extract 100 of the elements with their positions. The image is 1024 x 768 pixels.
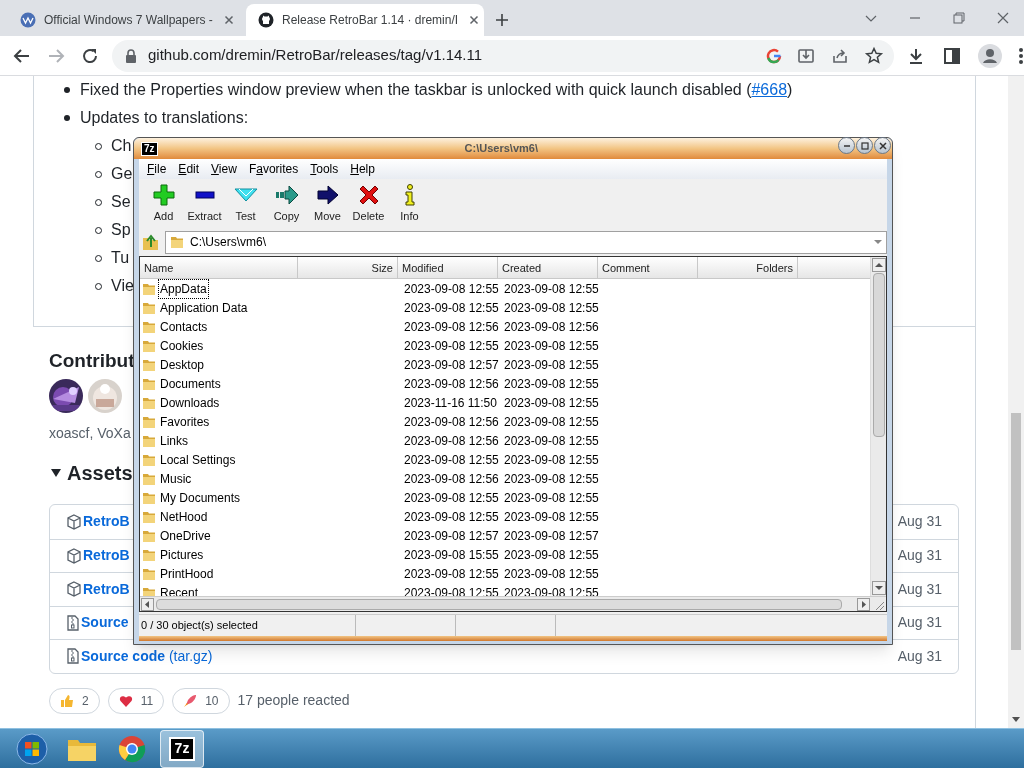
table-cell: 2023-09-08 12:55 xyxy=(504,395,599,410)
path-field[interactable]: C:\Users\vm6\ xyxy=(165,230,887,254)
asset-link[interactable]: Source xyxy=(81,612,129,634)
folder-icon xyxy=(142,452,156,467)
scrollbar-thumb[interactable] xyxy=(1011,413,1021,650)
scroll-down-icon[interactable] xyxy=(872,581,886,595)
triangle-down-icon[interactable] xyxy=(51,469,61,477)
section-heading: Contribut xyxy=(49,350,135,371)
menu-item[interactable]: Edit xyxy=(174,160,204,178)
folder-icon xyxy=(142,376,156,391)
scroll-right-icon[interactable] xyxy=(857,597,870,611)
column-header[interactable]: Size xyxy=(298,257,398,279)
section-heading[interactable]: Assets xyxy=(67,458,133,488)
menu-item[interactable]: File xyxy=(143,160,171,178)
browser-tab[interactable]: Official Windows 7 Wallpapers - xyxy=(8,4,246,36)
file-name[interactable]: Downloads xyxy=(159,393,221,412)
toolbar-button[interactable]: Test xyxy=(225,181,266,227)
file-name[interactable]: Favorites xyxy=(159,412,211,431)
scroll-up-icon[interactable] xyxy=(872,258,886,272)
table-cell: 2023-09-08 12:56 xyxy=(404,471,499,486)
table-cell: 2023-09-08 12:55 xyxy=(504,566,599,581)
folder-icon xyxy=(142,528,156,543)
toolbar-button[interactable]: Copy xyxy=(266,181,307,227)
asset-date: Aug 31 xyxy=(897,512,942,532)
issue-link[interactable]: #668 xyxy=(751,81,788,98)
file-name[interactable]: Pictures xyxy=(159,545,205,564)
bullet-text: Updates to translations: xyxy=(80,108,249,128)
table-cell: 2023-09-08 12:56 xyxy=(404,376,499,391)
side-panel-icon[interactable] xyxy=(942,45,962,66)
close-icon[interactable] xyxy=(996,11,1010,25)
menu-icon[interactable] xyxy=(1018,46,1024,65)
toolbar-button[interactable]: Delete xyxy=(348,181,389,227)
chrome-icon xyxy=(118,734,146,763)
app-badge: 7z xyxy=(141,141,158,156)
file-name[interactable]: Desktop xyxy=(159,355,206,374)
browser-tab[interactable]: Release RetroBar 1.14 · dremin/I xyxy=(246,4,484,36)
file-name[interactable]: Documents xyxy=(159,374,222,393)
table-cell: 2023-09-08 12:56 xyxy=(404,319,499,334)
scroll-down-icon[interactable] xyxy=(1012,717,1020,722)
maximize-icon xyxy=(859,140,870,151)
file-name[interactable]: NetHood xyxy=(159,507,209,526)
profile-icon[interactable] xyxy=(978,43,1002,68)
folder-icon xyxy=(142,338,156,353)
folder-icon xyxy=(142,433,156,448)
vertical-scrollbar[interactable] xyxy=(870,257,886,596)
scroll-left-icon[interactable] xyxy=(141,597,154,611)
folder-icon xyxy=(142,490,156,505)
file-name[interactable]: My Documents xyxy=(159,488,242,507)
package-icon xyxy=(67,581,81,598)
window-title: C:\Users\vm6\ xyxy=(464,141,538,157)
column-header[interactable]: Modified xyxy=(398,257,498,279)
up-folder-icon[interactable] xyxy=(141,232,161,252)
menu-item[interactable]: Help xyxy=(346,160,379,178)
column-header[interactable]: Name xyxy=(140,257,298,279)
toolbar-button[interactable]: Info xyxy=(389,181,430,227)
file-name[interactable]: Links xyxy=(159,431,189,450)
folder-icon xyxy=(142,281,156,296)
address-bar[interactable]: github.com/dremin/RetroBar/releases/tag/v1.14.11 xyxy=(112,39,894,72)
file-name[interactable]: Cookies xyxy=(159,336,205,355)
table-cell: 2023-09-08 12:55 xyxy=(504,433,599,448)
asset-link[interactable]: RetroB xyxy=(83,511,130,533)
column-header[interactable]: Comment xyxy=(598,257,698,279)
restore-icon[interactable] xyxy=(952,11,966,25)
scrollbar[interactable] xyxy=(1008,76,1024,728)
horizontal-scrollbar[interactable] xyxy=(140,596,886,611)
file-name[interactable]: Music xyxy=(159,469,193,488)
menu-item[interactable]: Tools xyxy=(306,160,343,178)
column-header[interactable]: Created xyxy=(498,257,598,279)
taskbar-button[interactable]: 7z xyxy=(160,729,204,768)
google-icon[interactable] xyxy=(766,47,782,64)
toolbar-button[interactable]: Add xyxy=(143,181,184,227)
table-cell: 2023-09-08 12:55 xyxy=(404,300,499,315)
file-name[interactable]: Contacts xyxy=(159,317,209,336)
menu-item[interactable]: Favorites xyxy=(244,160,303,178)
folder-icon xyxy=(170,235,184,249)
bullet-text: Tu xyxy=(111,248,130,268)
file-name[interactable]: Local Settings xyxy=(159,450,237,469)
asset-link[interactable]: RetroB xyxy=(83,578,130,600)
plus-icon[interactable] xyxy=(494,12,510,28)
star-icon[interactable] xyxy=(864,45,884,66)
file-name[interactable]: AppData xyxy=(159,279,208,298)
table-cell: 2023-09-08 12:55 xyxy=(404,566,499,581)
asset-link[interactable]: RetroB xyxy=(83,545,130,567)
folder-icon xyxy=(142,395,156,410)
toolbar-button[interactable]: Extract xyxy=(184,181,225,227)
file-name[interactable]: Recent xyxy=(159,583,200,596)
column-header[interactable]: Folders xyxy=(698,257,798,279)
toolbar-button[interactable]: Move xyxy=(307,181,348,227)
table-cell: 2023-09-08 12:55 xyxy=(404,509,499,524)
file-name[interactable]: OneDrive xyxy=(159,526,212,545)
menu-item[interactable]: View xyxy=(207,160,241,178)
folder-icon xyxy=(142,300,156,315)
file-name[interactable]: Application Data xyxy=(159,298,249,317)
table-cell: 2023-09-08 12:55 xyxy=(504,414,599,429)
table-cell: 2023-09-08 12:55 xyxy=(404,338,499,353)
table-cell: 2023-09-08 12:57 xyxy=(404,528,499,543)
table-cell: 2023-09-08 12:55 xyxy=(504,338,599,353)
close-icon xyxy=(877,140,888,151)
file-name[interactable]: PrintHood xyxy=(159,564,215,583)
asset-link[interactable]: Source code (tar.gz) xyxy=(81,645,213,667)
